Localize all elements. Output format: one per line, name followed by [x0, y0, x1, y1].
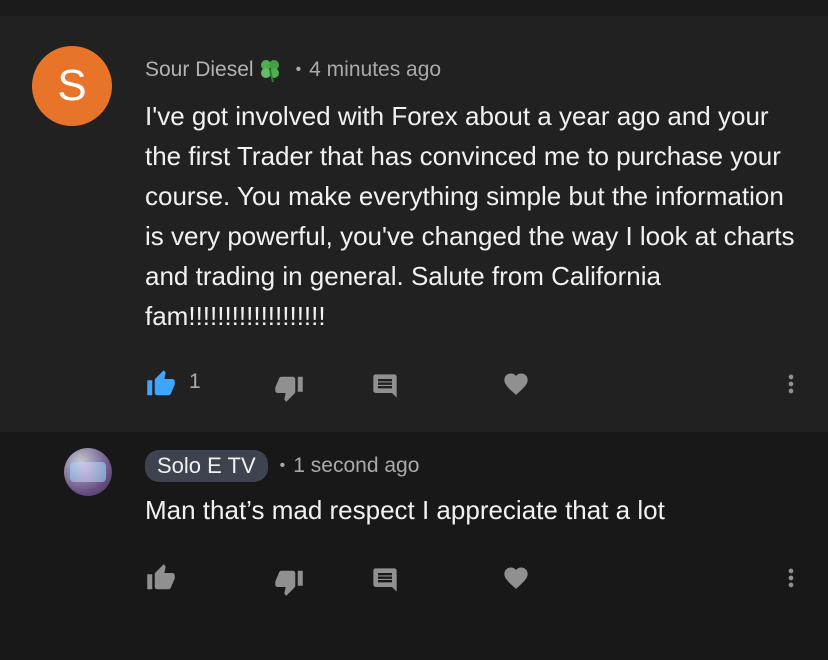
thumb-down-icon[interactable] [273, 566, 305, 598]
author-chip[interactable]: Solo E TV [145, 450, 268, 482]
separator-dot: • [279, 457, 286, 474]
timestamp[interactable]: 4 minutes ago [309, 58, 441, 82]
avatar[interactable]: S [32, 46, 112, 126]
comment-actions: 1 [145, 368, 810, 402]
like-count: 1 [189, 370, 201, 393]
clover-icon [256, 56, 284, 84]
heart-icon[interactable] [500, 368, 532, 400]
avatar-letter: S [57, 61, 87, 110]
more-vert-icon[interactable] [775, 368, 807, 400]
comment-meta: Solo E TV • 1 second ago [145, 450, 419, 482]
comment-actions [145, 562, 810, 596]
comment-text: I've got involved with Forex about a yea… [145, 101, 795, 331]
thumb-up-icon[interactable] [145, 368, 177, 400]
comment-text: Man that’s mad respect I appreciate that… [145, 495, 665, 525]
author-name[interactable]: Sour Diesel [145, 58, 254, 82]
thumb-down-icon[interactable] [273, 372, 305, 404]
reply-comment: Solo E TV • 1 second ago Man that’s mad … [0, 432, 828, 660]
reply-icon[interactable] [369, 370, 401, 402]
comment: S Sour Diesel • 4 minutes ago I've got i… [0, 16, 828, 432]
top-bar [0, 0, 828, 16]
comment-meta: Sour Diesel • 4 minutes ago [145, 56, 441, 84]
heart-icon[interactable] [500, 562, 532, 594]
avatar-logo [70, 462, 106, 482]
more-vert-icon[interactable] [775, 562, 807, 594]
thumb-up-icon[interactable] [145, 562, 177, 594]
separator-dot: • [295, 61, 302, 78]
timestamp[interactable]: 1 second ago [293, 454, 419, 478]
reply-icon[interactable] [369, 564, 401, 596]
avatar[interactable] [64, 448, 112, 496]
